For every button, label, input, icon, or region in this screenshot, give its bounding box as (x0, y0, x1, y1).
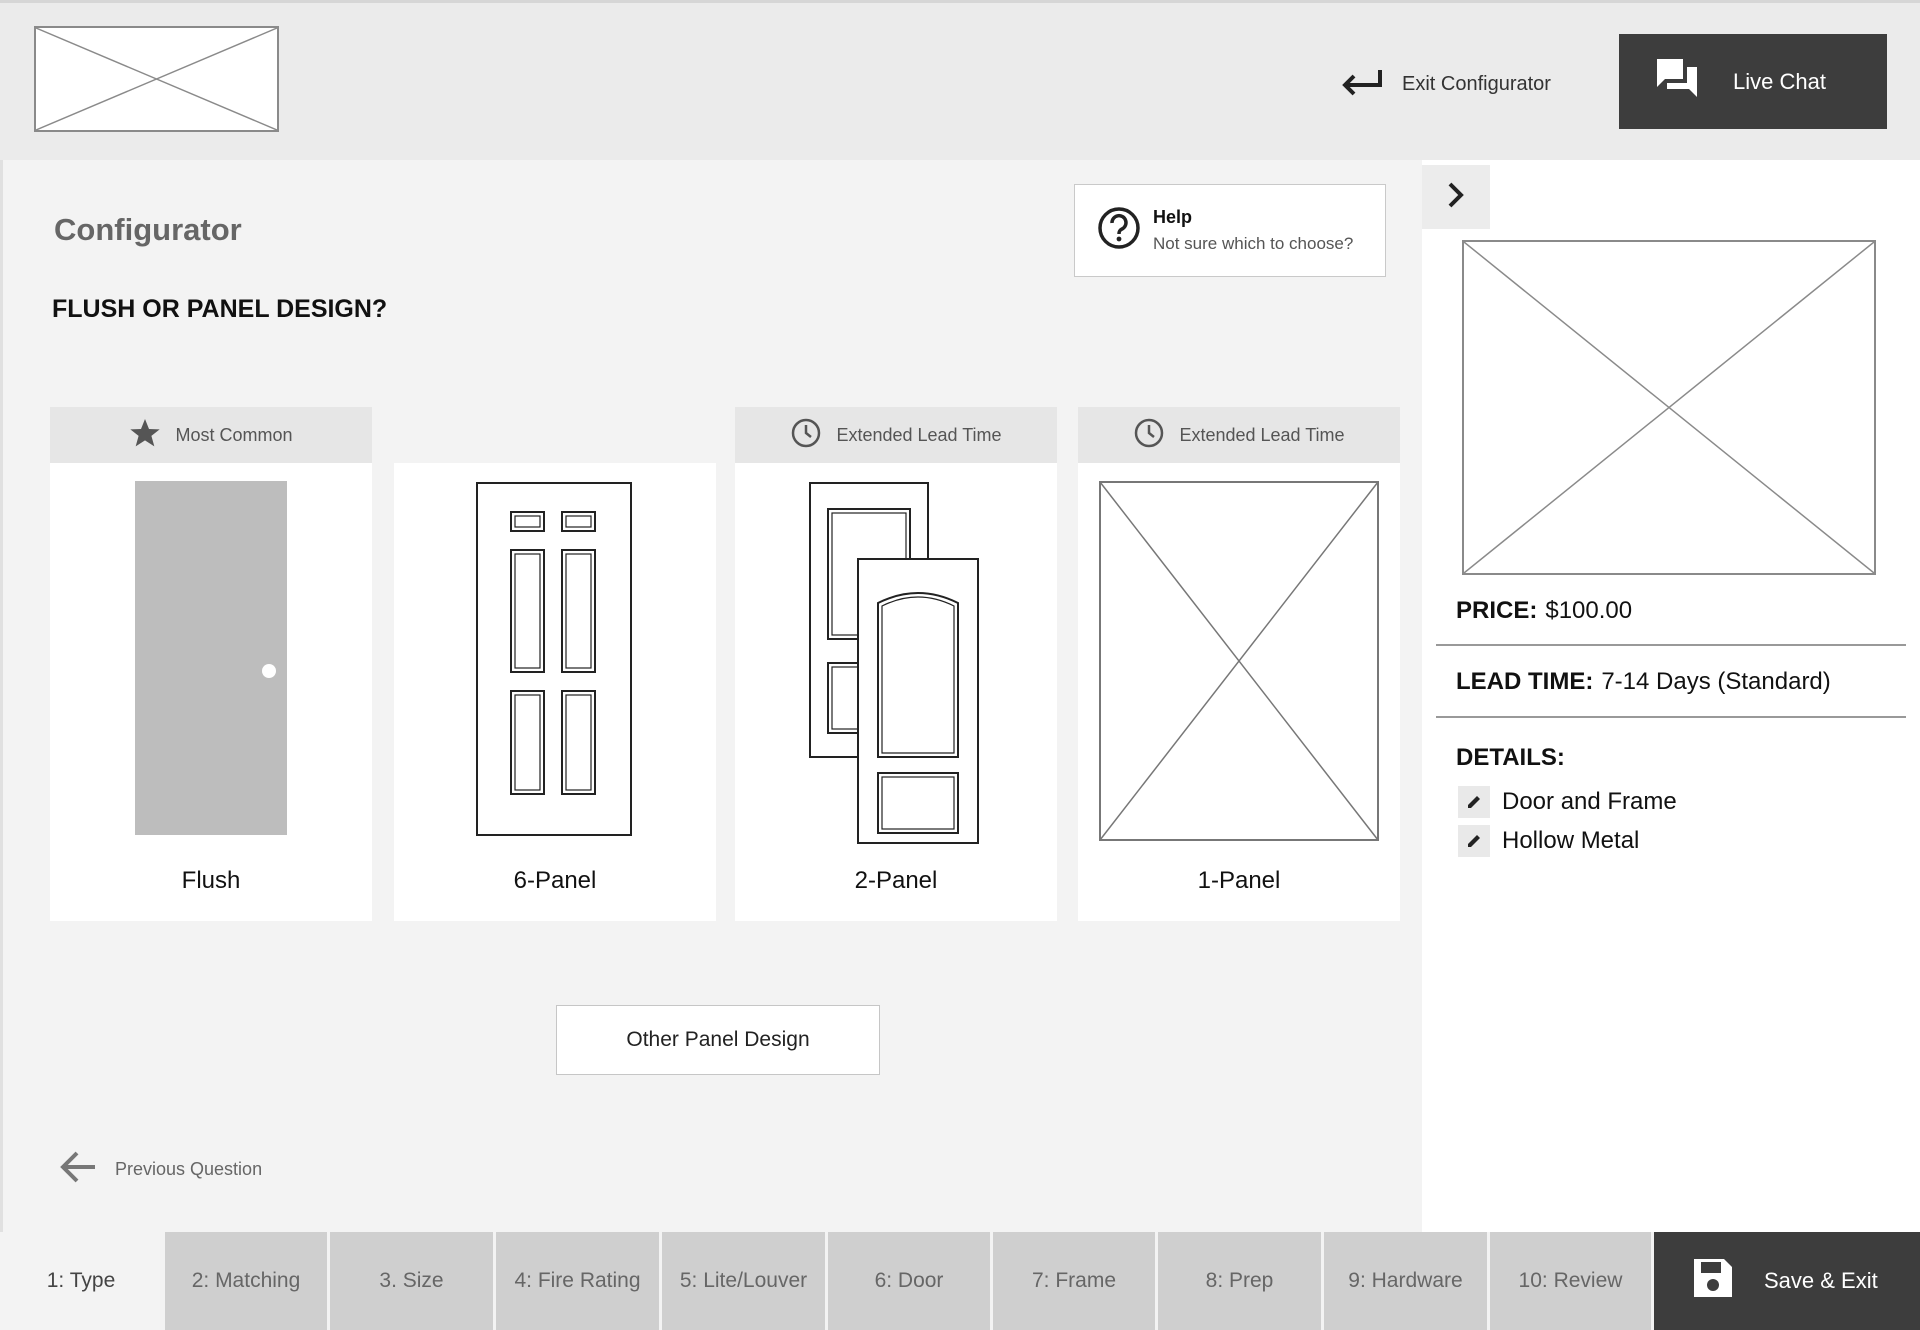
step-navigation: 1: Type 2: Matching 3. Size 4: Fire Rati… (0, 1232, 1920, 1330)
step-tab-type[interactable]: 1: Type (0, 1232, 165, 1330)
page-title: Configurator (54, 212, 242, 247)
most-common-tag: Most Common (50, 407, 372, 463)
arrow-left-icon (59, 1150, 97, 1189)
pencil-icon[interactable] (1458, 824, 1490, 857)
option-name: 1-Panel (1197, 867, 1281, 894)
pencil-icon[interactable] (1458, 785, 1490, 818)
detail-label: Hollow Metal (1502, 826, 1640, 854)
option-card-flush[interactable]: Flush (50, 463, 372, 921)
option-card-1-panel[interactable]: 1-Panel (1078, 463, 1400, 921)
step-tab-frame[interactable]: 7: Frame (993, 1232, 1158, 1330)
option-6-panel: 6-Panel (394, 407, 716, 921)
step-tab-size[interactable]: 3. Size (330, 1232, 496, 1330)
extended-lead-time-tag: Extended Lead Time (735, 407, 1057, 463)
summary-panel: PRICE: $100.00 LEAD TIME: 7-14 Days (Sta… (1422, 160, 1920, 1232)
six-panel-door-image (394, 481, 716, 861)
door-preview-placeholder (1462, 240, 1876, 575)
lead-time-row: LEAD TIME: 7-14 Days (Standard) (1436, 648, 1906, 718)
step-tab-review[interactable]: 10: Review (1490, 1232, 1654, 1330)
question-heading: FLUSH OR PANEL DESIGN? (52, 295, 388, 323)
step-tab-prep[interactable]: 8: Prep (1158, 1232, 1324, 1330)
other-panel-design-button[interactable]: Other Panel Design (556, 1005, 880, 1075)
save-disk-icon (1692, 1257, 1734, 1305)
question-circle-icon (1097, 206, 1141, 255)
top-header: Exit Configurator Live Chat (0, 0, 1920, 160)
tag-label: Most Common (175, 424, 293, 445)
image-placeholder (1078, 481, 1400, 861)
collapse-panel-button[interactable] (1422, 165, 1490, 229)
star-icon (129, 417, 161, 454)
option-name: 6-Panel (513, 867, 597, 894)
option-2-panel: Extended Lead Time 2-Panel (735, 407, 1057, 921)
exit-configurator-label: Exit Configurator (1402, 72, 1551, 95)
price-value: $100.00 (1545, 597, 1633, 624)
help-subtitle: Not sure which to choose? (1153, 234, 1354, 253)
help-button[interactable]: Help Not sure which to choose? (1074, 184, 1386, 277)
option-card-2-panel[interactable]: 2-Panel (735, 463, 1057, 921)
previous-question-link[interactable]: Previous Question (59, 1150, 262, 1189)
lead-time-value: 7-14 Days (Standard) (1601, 668, 1831, 695)
exit-configurator-link[interactable]: Exit Configurator (1340, 61, 1551, 107)
logo-placeholder (34, 26, 279, 132)
price-label: PRICE: (1456, 597, 1538, 624)
tag-label: Extended Lead Time (836, 424, 1002, 445)
step-tab-lite-louver[interactable]: 5: Lite/Louver (662, 1232, 828, 1330)
option-1-panel: Extended Lead Time 1-Panel (1078, 407, 1400, 921)
step-tab-fire-rating[interactable]: 4: Fire Rating (496, 1232, 662, 1330)
option-card-6-panel[interactable]: 6-Panel (394, 463, 716, 921)
step-tab-hardware[interactable]: 9: Hardware (1324, 1232, 1490, 1330)
step-tab-matching[interactable]: 2: Matching (165, 1232, 330, 1330)
details-title: DETAILS: (1456, 744, 1565, 771)
detail-item[interactable]: Hollow Metal (1456, 821, 1677, 860)
return-arrow-icon (1340, 67, 1384, 102)
live-chat-label: Live Chat (1733, 68, 1826, 94)
price-row: PRICE: $100.00 (1436, 578, 1906, 646)
previous-question-label: Previous Question (115, 1159, 263, 1179)
option-name: 2-Panel (854, 867, 938, 894)
step-tab-door[interactable]: 6: Door (828, 1232, 993, 1330)
save-and-exit-button[interactable]: Save & Exit (1654, 1232, 1920, 1330)
option-name: Flush (181, 867, 241, 894)
save-and-exit-label: Save & Exit (1764, 1268, 1878, 1293)
help-title: Help (1153, 207, 1193, 227)
tag-label: Extended Lead Time (1179, 424, 1345, 445)
detail-item[interactable]: Door and Frame (1456, 782, 1677, 821)
clock-icon (1133, 417, 1165, 454)
flush-door-image (50, 481, 372, 861)
detail-label: Door and Frame (1502, 787, 1677, 815)
live-chat-button[interactable]: Live Chat (1619, 34, 1887, 129)
lead-time-label: LEAD TIME: (1456, 668, 1594, 695)
option-flush: Most Common Flush (50, 407, 372, 921)
chevron-right-icon (1446, 181, 1466, 214)
extended-lead-time-tag: Extended Lead Time (1078, 407, 1400, 463)
chat-bubbles-icon (1655, 57, 1699, 106)
clock-icon (790, 417, 822, 454)
two-panel-door-image (735, 481, 1057, 861)
main-content: Configurator FLUSH OR PANEL DESIGN? Help… (0, 160, 1422, 1232)
details-section: DETAILS: Door and Frame Hollow Metal (1456, 744, 1677, 860)
